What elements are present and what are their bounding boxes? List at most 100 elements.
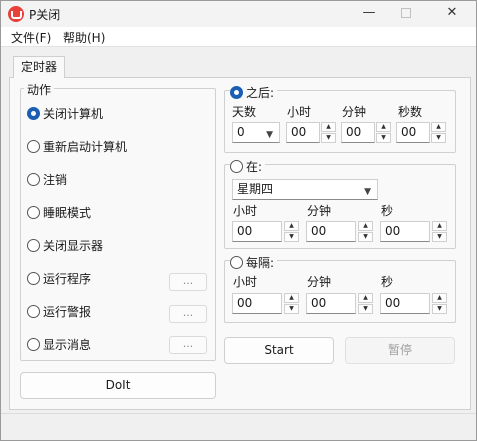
after-seconds-spinner[interactable]: ▲ ▼ [431, 122, 446, 143]
maximize-icon [401, 8, 411, 18]
radio-restart-label: 重新启动计算机 [43, 139, 128, 154]
radio-monitor-off-label: 关闭显示器 [43, 238, 104, 253]
after-days-value: 0 [237, 125, 245, 139]
radio-after-indicator[interactable] [230, 85, 243, 99]
radio-monitor-off[interactable]: 关闭显示器 [27, 236, 103, 254]
pause-button[interactable]: 暂停 [345, 337, 455, 364]
every-hours-label: 小时 [233, 275, 258, 289]
radio-every[interactable]: 每隔: [230, 253, 278, 271]
after-minutes-input[interactable]: 00 [341, 122, 375, 143]
radio-run-alarm-label: 运行警报 [43, 304, 92, 319]
radio-at-indicator[interactable] [230, 159, 243, 173]
browse-alarm-button[interactable]: ... [169, 305, 207, 323]
radio-restart-indicator[interactable] [27, 139, 40, 153]
radio-run-program[interactable]: 运行程序 [27, 269, 91, 287]
chevron-down-icon: ▼ [364, 187, 371, 197]
at-seconds-label: 秒 [381, 204, 394, 218]
radio-restart[interactable]: 重新启动计算机 [27, 137, 127, 155]
every-hours-input[interactable]: 00 [232, 293, 282, 314]
radio-at[interactable]: 在: [230, 157, 266, 175]
close-button[interactable]: ✕ [444, 5, 460, 21]
radio-shutdown-label: 关闭计算机 [43, 106, 104, 121]
radio-run-program-indicator[interactable] [27, 271, 40, 285]
spin-down-icon[interactable]: ▼ [432, 304, 447, 314]
spin-up-icon[interactable]: ▲ [284, 221, 299, 231]
doit-button[interactable]: DoIt [20, 372, 216, 399]
status-bar [1, 413, 476, 440]
after-hours-spinner[interactable]: ▲ ▼ [321, 122, 336, 143]
every-seconds-label: 秒 [381, 275, 394, 289]
spin-down-icon[interactable]: ▼ [284, 232, 299, 242]
at-hours-label: 小时 [233, 204, 258, 218]
radio-sleep-label: 睡眠模式 [43, 205, 92, 220]
every-minutes-spinner[interactable]: ▲ ▼ [358, 293, 373, 314]
at-minutes-input[interactable]: 00 [306, 221, 356, 242]
radio-run-alarm-indicator[interactable] [27, 304, 40, 318]
at-minutes-spinner[interactable]: ▲ ▼ [358, 221, 373, 242]
browse-message-button[interactable]: ... [169, 336, 207, 354]
every-hours-spinner[interactable]: ▲ ▼ [284, 293, 299, 314]
maximize-button[interactable] [398, 5, 414, 21]
minimize-button[interactable]: — [361, 5, 377, 21]
spin-up-icon[interactable]: ▲ [358, 221, 373, 231]
radio-sleep-indicator[interactable] [27, 205, 40, 219]
after-minutes-spinner[interactable]: ▲ ▼ [376, 122, 391, 143]
radio-every-label: 每隔: [246, 255, 275, 270]
spin-down-icon[interactable]: ▼ [358, 304, 373, 314]
after-minutes-label: 分钟 [342, 105, 367, 119]
radio-logoff-indicator[interactable] [27, 172, 40, 186]
at-minutes-label: 分钟 [307, 204, 332, 218]
radio-run-alarm[interactable]: 运行警报 [27, 302, 91, 320]
menu-file[interactable]: 文件(F) [11, 29, 51, 46]
action-group-title: 动作 [24, 81, 55, 98]
every-minutes-input[interactable]: 00 [306, 293, 356, 314]
radio-show-message-indicator[interactable] [27, 337, 40, 351]
app-power-icon [8, 6, 24, 22]
app-window: P关闭 — ✕ 文件(F) 帮助(H) 定时器 动作 关闭计算机 重新启动计算机… [0, 0, 477, 441]
at-hours-input[interactable]: 00 [232, 221, 282, 242]
weekday-dropdown[interactable]: 星期四 ▼ [232, 179, 378, 200]
every-minutes-label: 分钟 [307, 275, 332, 289]
radio-after[interactable]: 之后: [230, 83, 278, 101]
after-days-dropdown[interactable]: 0 ▼ [232, 122, 280, 143]
spin-up-icon[interactable]: ▲ [284, 293, 299, 303]
window-title: P关闭 [29, 8, 61, 22]
radio-shutdown-indicator[interactable] [27, 106, 40, 120]
tab-timer[interactable]: 定时器 [13, 56, 65, 78]
spin-down-icon[interactable]: ▼ [431, 133, 446, 143]
radio-show-message-label: 显示消息 [43, 337, 92, 352]
at-seconds-spinner[interactable]: ▲ ▼ [432, 221, 447, 242]
every-seconds-spinner[interactable]: ▲ ▼ [432, 293, 447, 314]
spin-up-icon[interactable]: ▲ [432, 293, 447, 303]
after-seconds-label: 秒数 [398, 105, 423, 119]
spin-up-icon[interactable]: ▲ [321, 122, 336, 132]
radio-every-indicator[interactable] [230, 255, 243, 269]
at-seconds-input[interactable]: 00 [380, 221, 430, 242]
radio-sleep[interactable]: 睡眠模式 [27, 203, 91, 221]
radio-logoff[interactable]: 注销 [27, 170, 67, 188]
spin-up-icon[interactable]: ▲ [358, 293, 373, 303]
spin-down-icon[interactable]: ▼ [321, 133, 336, 143]
after-days-label: 天数 [232, 105, 257, 119]
radio-show-message[interactable]: 显示消息 [27, 335, 91, 353]
at-hours-spinner[interactable]: ▲ ▼ [284, 221, 299, 242]
start-button[interactable]: Start [224, 337, 334, 364]
browse-program-button[interactable]: ... [169, 273, 207, 291]
after-hours-input[interactable]: 00 [286, 122, 320, 143]
spin-down-icon[interactable]: ▼ [432, 232, 447, 242]
menu-help[interactable]: 帮助(H) [63, 29, 105, 46]
after-seconds-input[interactable]: 00 [396, 122, 430, 143]
every-seconds-input[interactable]: 00 [380, 293, 430, 314]
weekday-value: 星期四 [237, 182, 274, 196]
spin-down-icon[interactable]: ▼ [358, 232, 373, 242]
radio-after-label: 之后: [246, 85, 275, 100]
radio-logoff-label: 注销 [43, 172, 68, 187]
radio-at-label: 在: [246, 159, 263, 174]
spin-up-icon[interactable]: ▲ [432, 221, 447, 231]
radio-shutdown[interactable]: 关闭计算机 [27, 104, 103, 122]
spin-down-icon[interactable]: ▼ [284, 304, 299, 314]
radio-monitor-off-indicator[interactable] [27, 238, 40, 252]
spin-up-icon[interactable]: ▲ [431, 122, 446, 132]
spin-up-icon[interactable]: ▲ [376, 122, 391, 132]
spin-down-icon[interactable]: ▼ [376, 133, 391, 143]
